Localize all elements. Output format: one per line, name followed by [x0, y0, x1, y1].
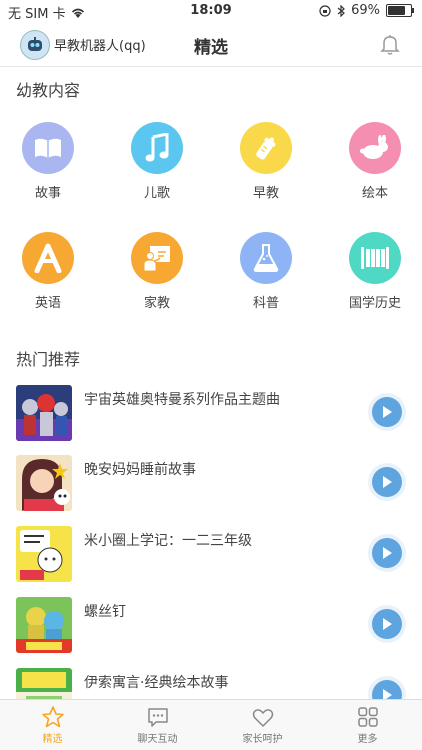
play-button[interactable] — [368, 534, 406, 572]
play-icon — [383, 618, 392, 630]
book-icon — [35, 138, 61, 158]
tab-parent-care[interactable]: 家长呵护 — [210, 704, 315, 745]
category-label: 国学历史 — [348, 296, 401, 311]
category-early-edu[interactable]: 早教 — [226, 122, 306, 201]
orientation-lock-icon — [319, 4, 331, 17]
star-icon — [41, 706, 64, 728]
category-english[interactable]: 英语 — [8, 232, 88, 311]
play-button[interactable] — [368, 605, 406, 643]
category-label: 家教 — [143, 296, 170, 311]
section-title-hot: 热门推荐 — [16, 350, 81, 369]
category-label: 科普 — [252, 296, 279, 311]
category-icon-bg — [240, 232, 292, 284]
item-title: 晚安妈妈睡前故事 — [84, 462, 196, 478]
play-icon — [383, 406, 392, 418]
item-title: 伊索寓言·经典绘本故事 — [84, 675, 229, 691]
item-title: 宇宙英雄奥特曼系列作品主题曲 — [84, 392, 280, 408]
play-button[interactable] — [368, 463, 406, 501]
item-title: 螺丝钉 — [84, 604, 126, 620]
category-chinese-history[interactable]: 国学历史 — [335, 232, 415, 311]
page-title: 精选 — [194, 38, 228, 58]
bedtime-story-cover-image — [16, 455, 72, 511]
tab-bar: 精选 聊天互动 家长呵护 更多 — [0, 699, 422, 750]
tab-label: 聊天互动 — [137, 734, 178, 745]
section-title-kids: 幼教内容 — [16, 81, 81, 100]
nav-bar: 早教机器人(qq) 精选 — [0, 22, 422, 66]
battery-icon — [386, 4, 414, 17]
category-label: 英语 — [34, 296, 61, 311]
bell-icon[interactable] — [378, 32, 402, 56]
bluetooth-icon — [337, 4, 345, 17]
tab-featured[interactable]: 精选 — [0, 704, 105, 745]
category-tutoring[interactable]: 家教 — [117, 232, 197, 311]
category-label: 早教 — [252, 186, 279, 201]
battery-percent: 69% — [351, 3, 380, 18]
rabbit-icon — [360, 135, 388, 159]
heart-icon — [252, 709, 273, 727]
category-label: 故事 — [34, 186, 61, 201]
play-icon — [383, 547, 392, 559]
category-icon-bg — [131, 232, 183, 284]
list-item[interactable]: 螺丝钉 — [0, 597, 422, 667]
play-icon — [383, 476, 392, 488]
list-item[interactable]: 晚安妈妈睡前故事 — [0, 455, 422, 525]
category-science[interactable]: 科普 — [226, 232, 306, 311]
status-bar: 无 SIM 卡 18:09 69% — [0, 0, 422, 22]
category-songs[interactable]: 儿歌 — [117, 122, 197, 201]
item-title: 米小圈上学记：一二三年级 — [84, 533, 252, 549]
letter-a-icon — [34, 243, 62, 273]
chat-icon — [147, 708, 168, 727]
category-icon-bg — [22, 122, 74, 174]
tab-more[interactable]: 更多 — [315, 704, 420, 745]
teacher-board-icon — [143, 246, 170, 272]
play-button[interactable] — [368, 393, 406, 431]
scroll-icon — [361, 247, 389, 269]
mixiaoquan-cover-image — [16, 526, 72, 582]
category-picture-book[interactable]: 绘本 — [335, 122, 415, 201]
tab-label: 家长呵护 — [242, 734, 283, 745]
nav-divider — [0, 66, 422, 67]
tab-label: 精选 — [42, 734, 63, 745]
category-label: 绘本 — [361, 186, 388, 201]
grid-icon — [357, 707, 378, 727]
category-icon-bg — [22, 232, 74, 284]
category-icon-bg — [349, 122, 401, 174]
screw-cartoon-cover-image — [16, 597, 72, 653]
category-label: 儿歌 — [143, 186, 170, 201]
music-note-icon — [145, 133, 169, 162]
flask-icon — [253, 244, 279, 272]
baby-bottle-icon — [256, 137, 276, 160]
tab-label: 更多 — [357, 734, 378, 745]
tab-chat[interactable]: 聊天互动 — [105, 704, 210, 745]
category-icon-bg — [240, 122, 292, 174]
category-story[interactable]: 故事 — [8, 122, 88, 201]
status-right: 69% — [319, 3, 414, 18]
category-icon-bg — [349, 232, 401, 284]
list-item[interactable]: 宇宙英雄奥特曼系列作品主题曲 — [0, 385, 422, 455]
category-icon-bg — [131, 122, 183, 174]
list-item[interactable]: 米小圈上学记：一二三年级 — [0, 526, 422, 596]
ultraman-cover-image — [16, 385, 72, 441]
